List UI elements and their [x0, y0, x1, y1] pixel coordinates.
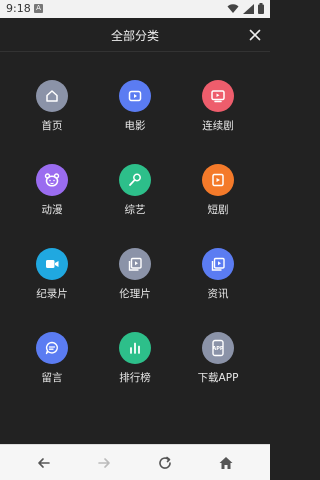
category-news[interactable]: 资讯 [173, 220, 263, 300]
page-title: 全部分类 [110, 29, 159, 43]
battery-icon [258, 3, 264, 14]
category-variety[interactable]: 综艺 [90, 136, 180, 216]
home-button[interactable] [216, 453, 236, 473]
notification-icon: A [34, 4, 43, 13]
back-button[interactable] [34, 453, 54, 473]
chart-icon [119, 332, 151, 364]
category-label: 首页 [41, 120, 63, 132]
short-video-icon [202, 164, 234, 196]
message-icon [36, 332, 68, 364]
category-label: 动漫 [41, 204, 63, 216]
status-bar: 9:18 A [0, 0, 270, 18]
category-label: 电影 [124, 120, 146, 132]
header: 全部分类 [0, 18, 270, 52]
camera-icon [36, 248, 68, 280]
signal-icon [243, 3, 254, 14]
category-label: 连续剧 [202, 120, 234, 132]
movie-icon [119, 80, 151, 112]
category-label: 下载APP [197, 372, 239, 384]
refresh-button[interactable] [155, 453, 175, 473]
arrow-left-icon [38, 458, 50, 468]
news-video-icon [202, 248, 234, 280]
category-ethics[interactable]: 伦理片 [90, 220, 180, 300]
category-home[interactable]: 首页 [7, 52, 97, 132]
close-button[interactable] [246, 26, 264, 44]
status-time: 9:18 [6, 2, 31, 15]
category-label: 短剧 [207, 204, 229, 216]
category-label: 伦理片 [119, 288, 151, 300]
microphone-icon [119, 164, 151, 196]
refresh-icon [159, 456, 171, 469]
category-tv-series[interactable]: 连续剧 [173, 52, 263, 132]
status-icons [227, 3, 264, 14]
browser-toolbar [0, 444, 270, 480]
category-label: 纪录片 [36, 288, 68, 300]
arrow-right-icon [98, 458, 110, 468]
wifi-icon [227, 3, 239, 13]
app-download-icon: APP [202, 332, 234, 364]
category-label: 排行榜 [119, 372, 151, 384]
svg-text:APP: APP [212, 346, 224, 352]
category-documentary[interactable]: 纪录片 [7, 220, 97, 300]
category-anime[interactable]: 动漫 [7, 136, 97, 216]
category-label: 综艺 [124, 204, 146, 216]
bear-icon [36, 164, 68, 196]
category-label: 留言 [41, 372, 63, 384]
close-icon [249, 29, 261, 41]
category-short-drama[interactable]: 短剧 [173, 136, 263, 216]
forward-button[interactable] [94, 453, 114, 473]
home-icon [36, 80, 68, 112]
category-ranking[interactable]: 排行榜 [90, 304, 180, 384]
category-movie[interactable]: 电影 [90, 52, 180, 132]
category-label: 资讯 [207, 288, 229, 300]
home-icon [219, 457, 233, 469]
tv-icon [202, 80, 234, 112]
category-message[interactable]: 留言 [7, 304, 97, 384]
category-download-app[interactable]: APP 下载APP [173, 304, 263, 384]
video-library-icon [119, 248, 151, 280]
